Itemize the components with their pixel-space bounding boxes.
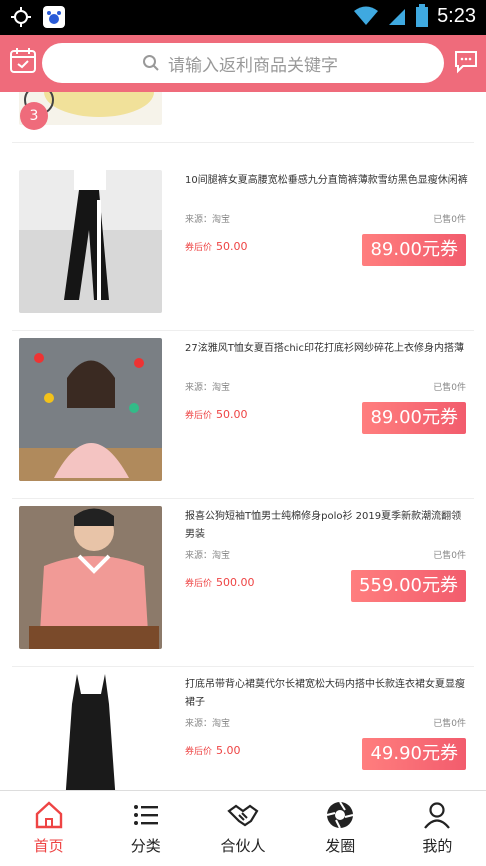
product-source: 来源：淘宝 [185,551,231,561]
coupon-button[interactable]: 89.00元券 [362,402,466,434]
list-item[interactable]: 3 [12,92,474,143]
product-source: 来源：淘宝 [185,215,231,225]
product-image [19,674,162,790]
price-value: 50.00 [216,408,248,421]
search-placeholder: 请输入返利商品关键字 [168,55,338,76]
product-title: 打底吊带背心裙莫代尔长裙宽松大码内搭中长款连衣裙女夏显瘦裙子 [185,679,465,708]
list-item[interactable]: 10间腿裤女夏高腰宽松垂感九分直筒裤薄款雪纺黑色显瘦休闲裤 来源：淘宝 已售0件… [12,162,474,331]
product-title: 报喜公狗短袖T恤男士纯棉修身polo衫 2019夏季新款潮流翻领男装 [185,511,462,540]
tab-home[interactable]: 首页 [0,791,97,866]
tab-category[interactable]: 分类 [97,791,194,866]
list-item[interactable]: 报喜公狗短袖T恤男士纯棉修身polo衫 2019夏季新款潮流翻领男装 来源：淘宝… [12,498,474,667]
user-icon [424,802,451,829]
product-title: 10间腿裤女夏高腰宽松垂感九分直筒裤薄款雪纺黑色显瘦休闲裤 [185,175,468,186]
product-price: 券后价 500.00 [185,576,255,589]
price-label: 券后价 [185,411,213,421]
product-image [19,170,162,313]
list-item[interactable]: 27泫雅风T恤女夏百搭chic印花打底衫网纱碎花上衣修身内搭薄 来源：淘宝 已售… [12,330,474,499]
wifi-icon [354,6,379,25]
search-icon [143,55,159,71]
coupon-button[interactable]: 89.00元券 [362,234,466,266]
calendar-icon[interactable] [8,45,38,75]
product-price: 券后价 5.00 [185,744,241,757]
signal-icon [389,9,406,25]
bottom-tab-bar: 首页 分类 合伙人 发圈 我的 [0,790,486,866]
list-icon [133,805,158,825]
coupon-button[interactable]: 49.90元券 [362,738,466,770]
product-sold: 已售0件 [433,215,466,225]
status-bar: 5:23 [0,0,486,35]
product-list[interactable]: 3 10间腿裤女夏高腰宽松垂感九分直筒裤薄款雪纺黑色显瘦休闲裤 来源：淘宝 已售… [0,92,486,790]
price-label: 券后价 [185,243,213,253]
tab-mine[interactable]: 我的 [389,791,486,866]
price-value: 50.00 [216,240,248,253]
tab-label: 合伙人 [220,837,266,855]
count-badge: 3 [20,102,48,130]
product-price: 券后价 50.00 [185,408,248,421]
product-source: 来源：淘宝 [185,383,231,393]
tab-label: 分类 [130,837,161,855]
price-label: 券后价 [185,747,213,757]
battery-icon [416,4,429,27]
product-source: 来源：淘宝 [185,719,231,729]
price-value: 500.00 [216,576,255,589]
product-price: 券后价 50.00 [185,240,248,253]
tab-label: 我的 [422,837,453,855]
product-sold: 已售0件 [433,383,466,393]
product-image [19,506,162,649]
product-title: 27泫雅风T恤女夏百搭chic印花打底衫网纱碎花上衣修身内搭薄 [185,343,464,354]
location-icon [11,7,31,27]
product-image [19,338,162,481]
product-sold: 已售0件 [433,551,466,561]
baidu-app-icon [43,6,65,28]
product-sold: 已售0件 [433,719,466,729]
price-value: 5.00 [216,744,241,757]
status-time: 5:23 [437,4,476,27]
aperture-icon [326,801,354,829]
tab-label: 首页 [33,837,64,855]
list-item[interactable]: 打底吊带背心裙莫代尔长裙宽松大码内搭中长款连衣裙女夏显瘦裙子 来源：淘宝 已售0… [12,666,474,790]
handshake-icon [227,804,259,827]
tab-moments[interactable]: 发圈 [292,791,389,866]
tab-partner[interactable]: 合伙人 [194,791,291,866]
home-icon [35,801,62,829]
top-header: 请输入返利商品关键字 [0,35,486,92]
coupon-button[interactable]: 559.00元券 [351,570,466,602]
message-icon[interactable] [452,47,480,75]
tab-label: 发圈 [325,837,356,855]
search-bar[interactable]: 请输入返利商品关键字 [42,43,444,83]
price-label: 券后价 [185,579,213,589]
